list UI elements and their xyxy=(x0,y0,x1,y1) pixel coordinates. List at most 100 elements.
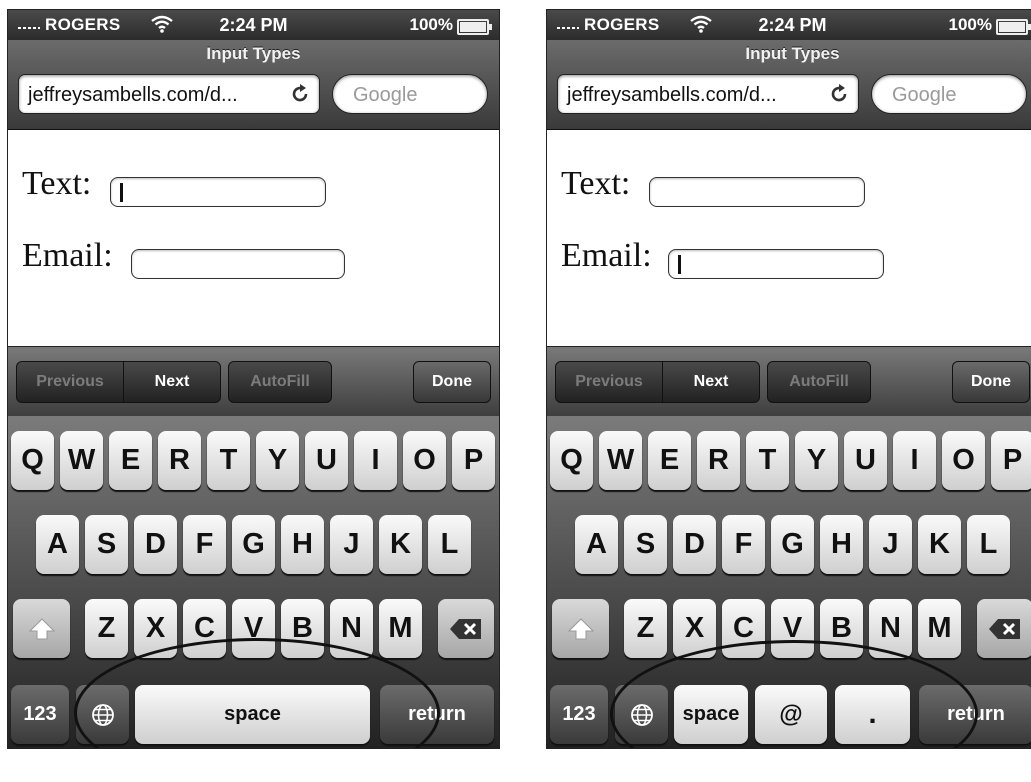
key-w[interactable]: W xyxy=(60,431,103,490)
email-row: Email: xyxy=(22,237,113,275)
text-cursor xyxy=(678,255,681,274)
key-r[interactable]: R xyxy=(697,431,740,490)
key-y[interactable]: Y xyxy=(795,431,838,490)
key-l[interactable]: L xyxy=(428,515,471,574)
key-u[interactable]: U xyxy=(844,431,887,490)
at-key[interactable]: @ xyxy=(755,685,827,744)
return-key[interactable]: return xyxy=(380,685,494,744)
email-input[interactable] xyxy=(131,249,345,279)
key-b[interactable]: B xyxy=(820,599,863,658)
autofill-button[interactable]: AutoFill xyxy=(228,361,332,403)
page-title: Input Types xyxy=(745,44,840,63)
previous-button[interactable]: Previous xyxy=(556,362,663,402)
key-q[interactable]: Q xyxy=(11,431,54,490)
key-m[interactable]: M xyxy=(379,599,422,658)
url-text: jeffreysambells.com/d... xyxy=(567,84,777,106)
text-row: Text: xyxy=(22,165,91,203)
text-input[interactable] xyxy=(110,177,326,207)
text-cursor xyxy=(120,183,123,202)
text-label: Text: xyxy=(22,165,92,202)
key-x[interactable]: X xyxy=(673,599,716,658)
key-z[interactable]: Z xyxy=(85,599,128,658)
email-label: Email: xyxy=(22,237,113,274)
key-d[interactable]: D xyxy=(673,515,716,574)
key-p[interactable]: P xyxy=(991,431,1031,490)
key-o[interactable]: O xyxy=(942,431,985,490)
delete-key[interactable] xyxy=(438,599,494,658)
key-s[interactable]: S xyxy=(85,515,128,574)
backspace-icon xyxy=(450,618,481,639)
text-label: Text: xyxy=(561,165,631,202)
next-button[interactable]: Next xyxy=(124,362,220,402)
next-button[interactable]: Next xyxy=(663,362,759,402)
shift-key[interactable] xyxy=(552,599,609,658)
key-k[interactable]: K xyxy=(379,515,422,574)
globe-icon xyxy=(91,703,114,726)
key-m[interactable]: M xyxy=(918,599,961,658)
key-w[interactable]: W xyxy=(599,431,642,490)
key-b[interactable]: B xyxy=(281,599,324,658)
numbers-key[interactable]: 123 xyxy=(550,685,608,744)
key-n[interactable]: N xyxy=(330,599,373,658)
key-x[interactable]: X xyxy=(134,599,177,658)
space-key[interactable]: space xyxy=(674,685,748,744)
key-d[interactable]: D xyxy=(134,515,177,574)
key-a[interactable]: A xyxy=(575,515,618,574)
status-bar: ROGERS 2:24 PM 100% xyxy=(547,10,1031,40)
key-v[interactable]: V xyxy=(232,599,275,658)
key-t[interactable]: T xyxy=(207,431,250,490)
key-y[interactable]: Y xyxy=(256,431,299,490)
key-h[interactable]: H xyxy=(820,515,863,574)
key-t[interactable]: T xyxy=(746,431,789,490)
key-c[interactable]: C xyxy=(722,599,765,658)
globe-key[interactable] xyxy=(615,685,668,744)
search-input[interactable]: Google xyxy=(871,74,1027,114)
done-button[interactable]: Done xyxy=(952,361,1030,403)
text-input[interactable] xyxy=(649,177,865,207)
space-key[interactable]: space xyxy=(135,685,370,744)
key-i[interactable]: I xyxy=(354,431,397,490)
key-p[interactable]: P xyxy=(452,431,495,490)
done-button[interactable]: Done xyxy=(413,361,491,403)
key-l[interactable]: L xyxy=(967,515,1010,574)
key-q[interactable]: Q xyxy=(550,431,593,490)
key-i[interactable]: I xyxy=(893,431,936,490)
url-field[interactable]: jeffreysambells.com/d... xyxy=(557,74,859,114)
reload-icon[interactable] xyxy=(828,83,850,105)
key-f[interactable]: F xyxy=(183,515,226,574)
key-f[interactable]: F xyxy=(722,515,765,574)
key-h[interactable]: H xyxy=(281,515,324,574)
autofill-button[interactable]: AutoFill xyxy=(767,361,871,403)
previous-button[interactable]: Previous xyxy=(17,362,124,402)
key-r[interactable]: R xyxy=(158,431,201,490)
key-n[interactable]: N xyxy=(869,599,912,658)
key-s[interactable]: S xyxy=(624,515,667,574)
search-input[interactable]: Google xyxy=(332,74,488,114)
key-a[interactable]: A xyxy=(36,515,79,574)
key-k[interactable]: K xyxy=(918,515,961,574)
return-key[interactable]: return xyxy=(919,685,1031,744)
key-o[interactable]: O xyxy=(403,431,446,490)
email-input[interactable] xyxy=(668,249,884,279)
key-u[interactable]: U xyxy=(305,431,348,490)
key-g[interactable]: G xyxy=(232,515,275,574)
key-v[interactable]: V xyxy=(771,599,814,658)
numbers-key[interactable]: 123 xyxy=(11,685,69,744)
key-j[interactable]: J xyxy=(869,515,912,574)
key-g[interactable]: G xyxy=(771,515,814,574)
key-e[interactable]: E xyxy=(109,431,152,490)
reload-icon[interactable] xyxy=(289,83,311,105)
shift-arrow-icon xyxy=(28,617,55,639)
period-key[interactable]: . xyxy=(835,685,910,744)
globe-key[interactable] xyxy=(76,685,129,744)
page-title: Input Types xyxy=(206,44,301,63)
key-j[interactable]: J xyxy=(330,515,373,574)
key-c[interactable]: C xyxy=(183,599,226,658)
delete-key[interactable] xyxy=(977,599,1031,658)
shift-arrow-icon xyxy=(567,617,594,639)
phone-screen-email-keyboard: ROGERS 2:24 PM 100% Input Types jeffreys… xyxy=(547,10,1031,748)
url-field[interactable]: jeffreysambells.com/d... xyxy=(18,74,320,114)
shift-key[interactable] xyxy=(13,599,70,658)
key-e[interactable]: E xyxy=(648,431,691,490)
key-z[interactable]: Z xyxy=(624,599,667,658)
